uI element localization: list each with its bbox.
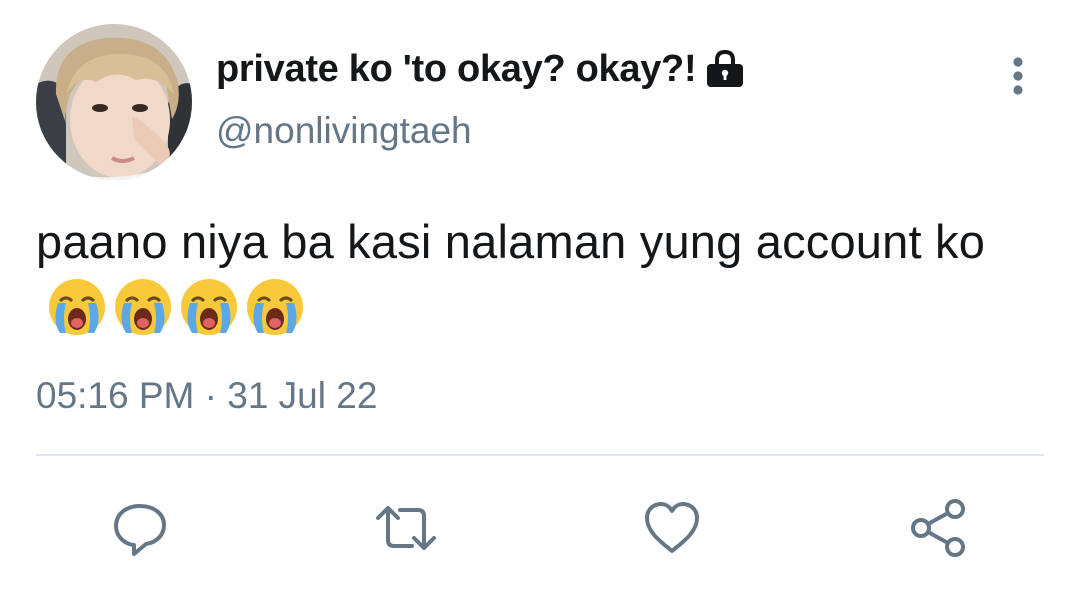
loudly-crying-face-icon <box>244 275 306 337</box>
avatar[interactable] <box>36 24 192 180</box>
emoji-group <box>46 275 306 337</box>
display-name-row: private ko 'to okay? okay?! <box>216 44 746 94</box>
tweet-body: paano niya ba kasi nalaman yung account … <box>36 215 986 268</box>
user-handle[interactable]: @nonlivingtaeh <box>216 110 472 152</box>
retweet-button[interactable] <box>374 496 438 560</box>
tweet-text: paano niya ba kasi nalaman yung account … <box>36 210 1016 341</box>
more-vertical-icon[interactable] <box>998 54 1038 98</box>
share-icon <box>911 499 965 557</box>
avatar-photo <box>36 24 192 180</box>
divider <box>36 454 1044 456</box>
share-button[interactable] <box>906 496 970 560</box>
retweet-icon <box>376 506 436 550</box>
heart-icon <box>645 502 699 553</box>
lock-icon <box>704 49 746 89</box>
reply-icon <box>114 504 166 556</box>
reply-button[interactable] <box>108 496 172 560</box>
tweet-card: private ko 'to okay? okay?! @nonlivingta… <box>0 0 1080 595</box>
tweet-timestamp[interactable]: 05:16 PM · 31 Jul 22 <box>36 375 377 417</box>
loudly-crying-face-icon <box>112 275 174 337</box>
like-button[interactable] <box>640 496 704 560</box>
display-name[interactable]: private ko 'to okay? okay?! <box>216 48 697 91</box>
loudly-crying-face-icon <box>46 275 108 337</box>
loudly-crying-face-icon <box>178 275 240 337</box>
